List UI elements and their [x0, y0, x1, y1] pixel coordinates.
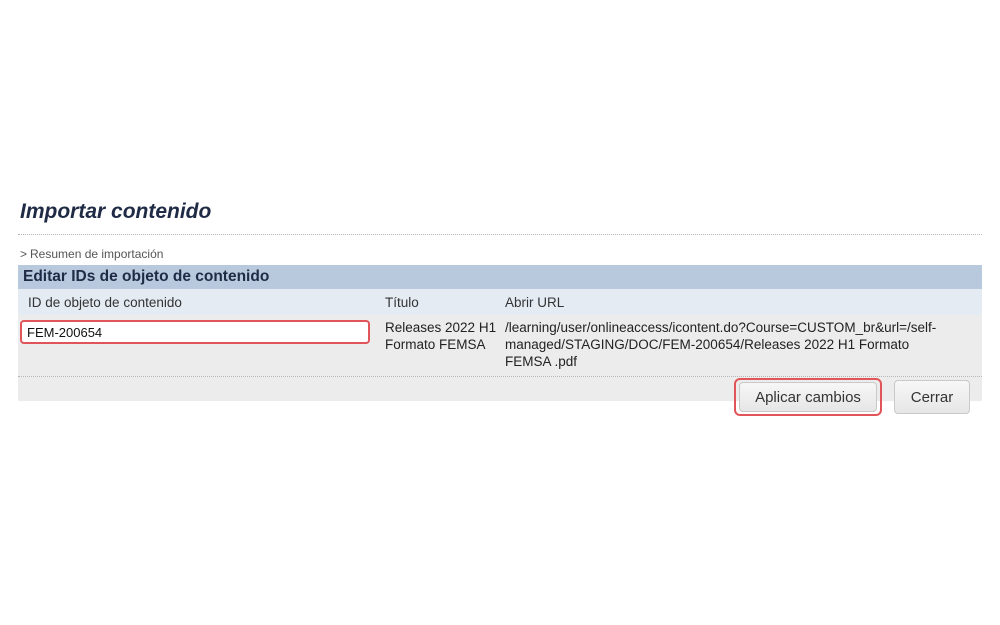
- column-header-title: Título: [385, 294, 419, 310]
- breadcrumb[interactable]: > Resumen de importación: [20, 247, 163, 261]
- page-title: Importar contenido: [20, 200, 212, 223]
- panel-header: Editar IDs de objeto de contenido: [18, 265, 982, 289]
- title-cell: Releases 2022 H1 Formato FEMSA: [385, 320, 497, 352]
- title-divider: [18, 234, 982, 235]
- row-divider: [18, 376, 982, 377]
- content-object-id-input[interactable]: [20, 320, 370, 344]
- apply-changes-button[interactable]: Aplicar cambios: [739, 382, 877, 412]
- column-header-url: Abrir URL: [505, 294, 565, 310]
- id-cell: [18, 315, 380, 401]
- column-header-id: ID de objeto de contenido: [28, 294, 182, 310]
- column-header-row: ID de objeto de contenido Título Abrir U…: [18, 289, 982, 315]
- apply-button-highlight: Aplicar cambios: [734, 378, 882, 416]
- breadcrumb-label[interactable]: Resumen de importación: [30, 247, 163, 261]
- close-button[interactable]: Cerrar: [894, 380, 970, 414]
- breadcrumb-arrow-icon: >: [20, 247, 28, 261]
